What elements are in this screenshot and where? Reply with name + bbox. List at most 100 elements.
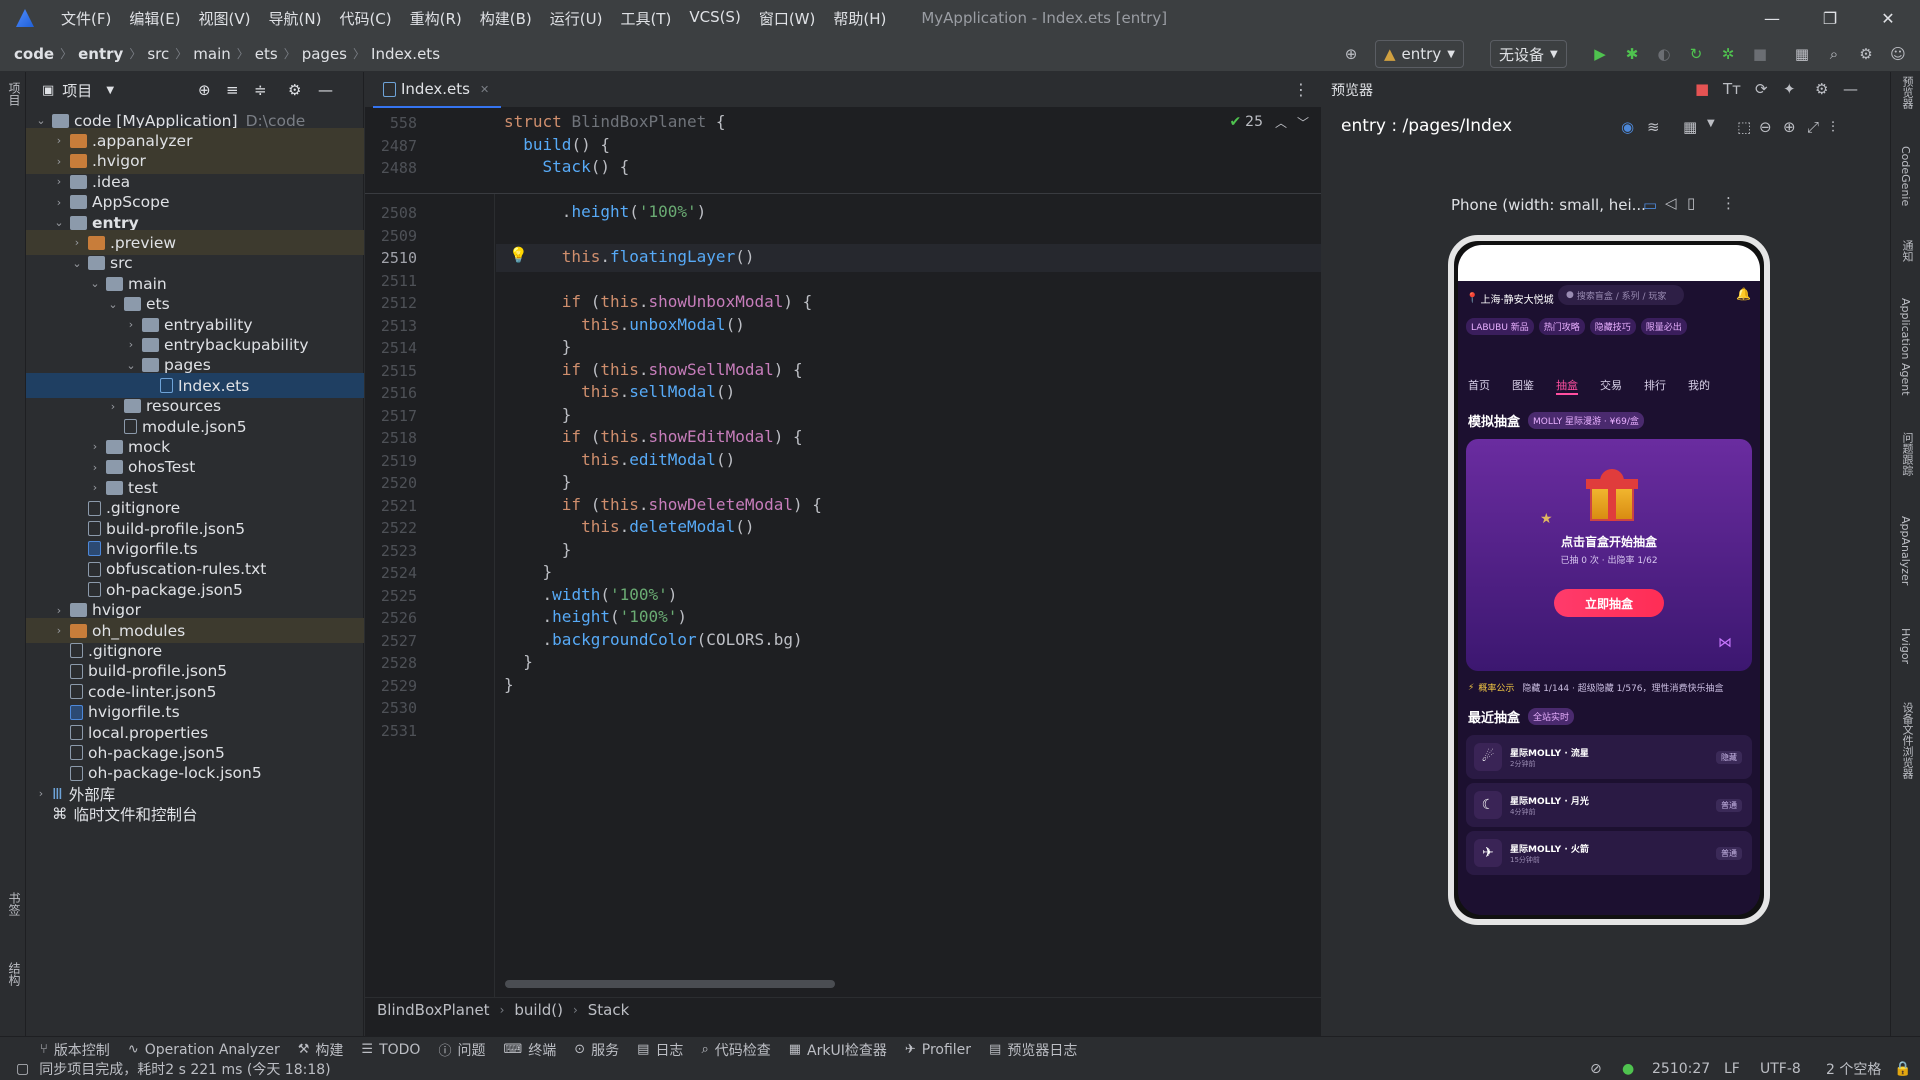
menu-item[interactable]: 运行(U) bbox=[541, 8, 612, 29]
chevron-right-icon[interactable]: › bbox=[52, 624, 66, 637]
code-line[interactable]: } bbox=[504, 540, 572, 559]
search-icon[interactable]: ⌕ bbox=[1824, 42, 1844, 66]
location[interactable]: 📍 上海·静安大悦城 bbox=[1466, 291, 1554, 306]
gear-icon[interactable]: ⚙ bbox=[288, 81, 301, 99]
code-line[interactable]: } bbox=[504, 652, 533, 671]
caret-position[interactable]: 2510:27 bbox=[1652, 1061, 1710, 1077]
no-power-icon[interactable]: ⊘ bbox=[1590, 1061, 1602, 1077]
app-nav-tab[interactable]: 交易 bbox=[1600, 377, 1622, 395]
tool-window-button[interactable]: ⊙ 服务 bbox=[574, 1040, 619, 1060]
close-icon[interactable]: ✕ bbox=[1860, 0, 1916, 36]
tool-window-button[interactable]: ∿ Operation Analyzer bbox=[128, 1042, 280, 1058]
right-tool-tab[interactable]: AppAnalyzer bbox=[1899, 516, 1912, 585]
file-encoding[interactable]: UTF-8 bbox=[1760, 1061, 1801, 1077]
recent-draw-item[interactable]: ☾ 星际MOLLY · 月光 4分钟前 普通 bbox=[1466, 783, 1752, 827]
editor-breadcrumb-item[interactable]: build() bbox=[514, 1001, 563, 1019]
breadcrumb-item[interactable]: src bbox=[141, 45, 175, 63]
run-icon[interactable]: ▶ bbox=[1590, 42, 1610, 66]
code-line[interactable]: } bbox=[504, 472, 572, 491]
locate-icon[interactable]: ⊕ bbox=[198, 81, 211, 99]
app-nav-tab[interactable]: 排行 bbox=[1644, 377, 1666, 395]
menu-item[interactable]: 帮助(H) bbox=[824, 8, 895, 29]
breadcrumb-item[interactable]: pages bbox=[296, 45, 353, 63]
back-icon[interactable]: ◁ bbox=[1665, 194, 1677, 212]
chevron-down-icon[interactable]: ⌄ bbox=[124, 359, 138, 372]
menu-item[interactable]: 代码(C) bbox=[330, 8, 400, 29]
chevron-right-icon[interactable]: › bbox=[88, 440, 102, 453]
recent-draw-item[interactable]: ✈ 星际MOLLY · 火箭 15分钟前 普通 bbox=[1466, 831, 1752, 875]
refresh-icon[interactable]: ⟳ bbox=[1755, 80, 1768, 98]
code-line[interactable]: if (this.showSellModal) { bbox=[504, 360, 803, 379]
device-select[interactable]: 无设备 ▼ bbox=[1490, 40, 1567, 68]
tool-window-button[interactable]: ▤ 日志 bbox=[637, 1040, 683, 1060]
app-nav-tab[interactable]: 抽盒 bbox=[1556, 377, 1578, 395]
chevron-down-icon[interactable]: ⌄ bbox=[52, 216, 66, 229]
menu-item[interactable]: 文件(F) bbox=[52, 8, 120, 29]
breadcrumb-item[interactable]: main bbox=[187, 45, 236, 63]
breadcrumb-item[interactable]: code bbox=[8, 45, 60, 63]
chevron-right-icon[interactable]: › bbox=[52, 155, 66, 168]
topic-pill[interactable]: LABUBU 新品 bbox=[1466, 318, 1534, 335]
tool-window-button[interactable]: ⑂ 版本控制 bbox=[40, 1040, 110, 1060]
chevron-right-icon[interactable]: › bbox=[52, 604, 66, 617]
code-line[interactable]: this.unboxModal() bbox=[504, 315, 745, 334]
zoom-in-icon[interactable]: ⊕ bbox=[1783, 118, 1796, 136]
app-nav-tab[interactable]: 图鉴 bbox=[1512, 377, 1534, 395]
debug-icon[interactable]: ✱ bbox=[1622, 42, 1642, 66]
ruler-icon[interactable]: ⫶ bbox=[1831, 118, 1835, 136]
tool-window-button[interactable]: ⚒ 构建 bbox=[298, 1040, 344, 1060]
tool-window-button[interactable]: ▤ 预览器日志 bbox=[989, 1040, 1077, 1060]
grid-icon[interactable]: ▦ bbox=[1683, 118, 1697, 136]
right-tool-tab[interactable]: CodeGenie bbox=[1899, 146, 1912, 206]
tool-window-button[interactable]: ⌨ 终端 bbox=[503, 1040, 556, 1060]
tool-window-button[interactable]: ▦ ArkUI检查器 bbox=[789, 1040, 887, 1060]
tool-window-button[interactable]: ⌕ 代码检查 bbox=[701, 1040, 770, 1060]
code-line[interactable]: this.editModal() bbox=[504, 450, 735, 469]
chevron-right-icon[interactable]: › bbox=[52, 134, 66, 147]
project-tool-tab[interactable]: 项目 bbox=[6, 82, 23, 106]
menu-item[interactable]: 窗口(W) bbox=[750, 8, 825, 29]
chevron-right-icon[interactable]: › bbox=[88, 481, 102, 494]
breadcrumb-item[interactable]: Index.ets bbox=[365, 45, 446, 63]
tool-window-button[interactable]: ✈ Profiler bbox=[905, 1042, 971, 1058]
code-line[interactable]: if (this.showEditModal) { bbox=[504, 427, 803, 446]
collapse-all-icon[interactable]: ≑ bbox=[254, 81, 267, 99]
inspector-icon[interactable]: ✦ bbox=[1783, 80, 1796, 98]
attach-icon[interactable]: ◐ bbox=[1654, 42, 1674, 66]
tool-window-button[interactable]: ☰ TODO bbox=[361, 1042, 420, 1058]
chevron-down-icon[interactable]: ﹀ bbox=[1297, 114, 1309, 131]
right-tool-tab[interactable]: 预览器 bbox=[1899, 76, 1915, 109]
app-nav-tab[interactable]: 我的 bbox=[1688, 377, 1710, 395]
breadcrumb-item[interactable]: ets bbox=[249, 45, 284, 63]
tree-item[interactable]: ⌘ 临时文件和控制台 bbox=[26, 802, 364, 827]
layers-icon[interactable]: ≋ bbox=[1647, 118, 1660, 136]
code-line[interactable]: } bbox=[504, 675, 514, 694]
menu-item[interactable]: 构建(B) bbox=[471, 8, 541, 29]
chevron-right-icon[interactable]: › bbox=[52, 196, 66, 209]
rotate-icon[interactable]: ▯ bbox=[1687, 194, 1695, 212]
chevron-up-icon[interactable]: ︿ bbox=[1275, 114, 1287, 131]
hide-panel-icon[interactable]: — bbox=[318, 81, 333, 99]
code-line[interactable]: } bbox=[504, 337, 572, 356]
code-line[interactable]: } bbox=[504, 562, 553, 581]
indent-setting[interactable]: 2 个空格 bbox=[1826, 1059, 1881, 1079]
right-tool-tab[interactable]: Application Agent bbox=[1899, 298, 1912, 396]
chevron-down-icon[interactable]: ⌄ bbox=[34, 114, 48, 127]
settings-icon[interactable]: ⚙ bbox=[1856, 42, 1876, 66]
menu-item[interactable]: 编辑(E) bbox=[120, 8, 189, 29]
code-line[interactable]: } bbox=[504, 405, 572, 424]
chevron-right-icon[interactable]: › bbox=[124, 338, 138, 351]
topic-pill[interactable]: 热门攻略 bbox=[1538, 318, 1585, 335]
bell-icon[interactable]: 🔔 bbox=[1736, 287, 1751, 301]
recent-draw-item[interactable]: ☄ 星际MOLLY · 流星 2分钟前 隐藏 bbox=[1466, 735, 1752, 779]
code-line[interactable]: .backgroundColor(COLORS.bg) bbox=[504, 630, 803, 649]
chevron-down-icon[interactable]: ⌄ bbox=[106, 298, 120, 311]
code-line[interactable]: struct BlindBoxPlanet { bbox=[504, 112, 726, 131]
more-options-icon[interactable]: ⋮ bbox=[1721, 194, 1736, 212]
account-icon[interactable]: ☺ bbox=[1888, 42, 1908, 66]
minimize-icon[interactable]: — bbox=[1744, 0, 1800, 36]
chevron-down-icon[interactable]: ▼ bbox=[1707, 118, 1715, 129]
reload-icon[interactable]: ↻ bbox=[1686, 42, 1706, 66]
menu-item[interactable]: 重构(R) bbox=[401, 8, 471, 29]
more-tabs-icon[interactable]: ⋮ bbox=[1293, 80, 1309, 99]
